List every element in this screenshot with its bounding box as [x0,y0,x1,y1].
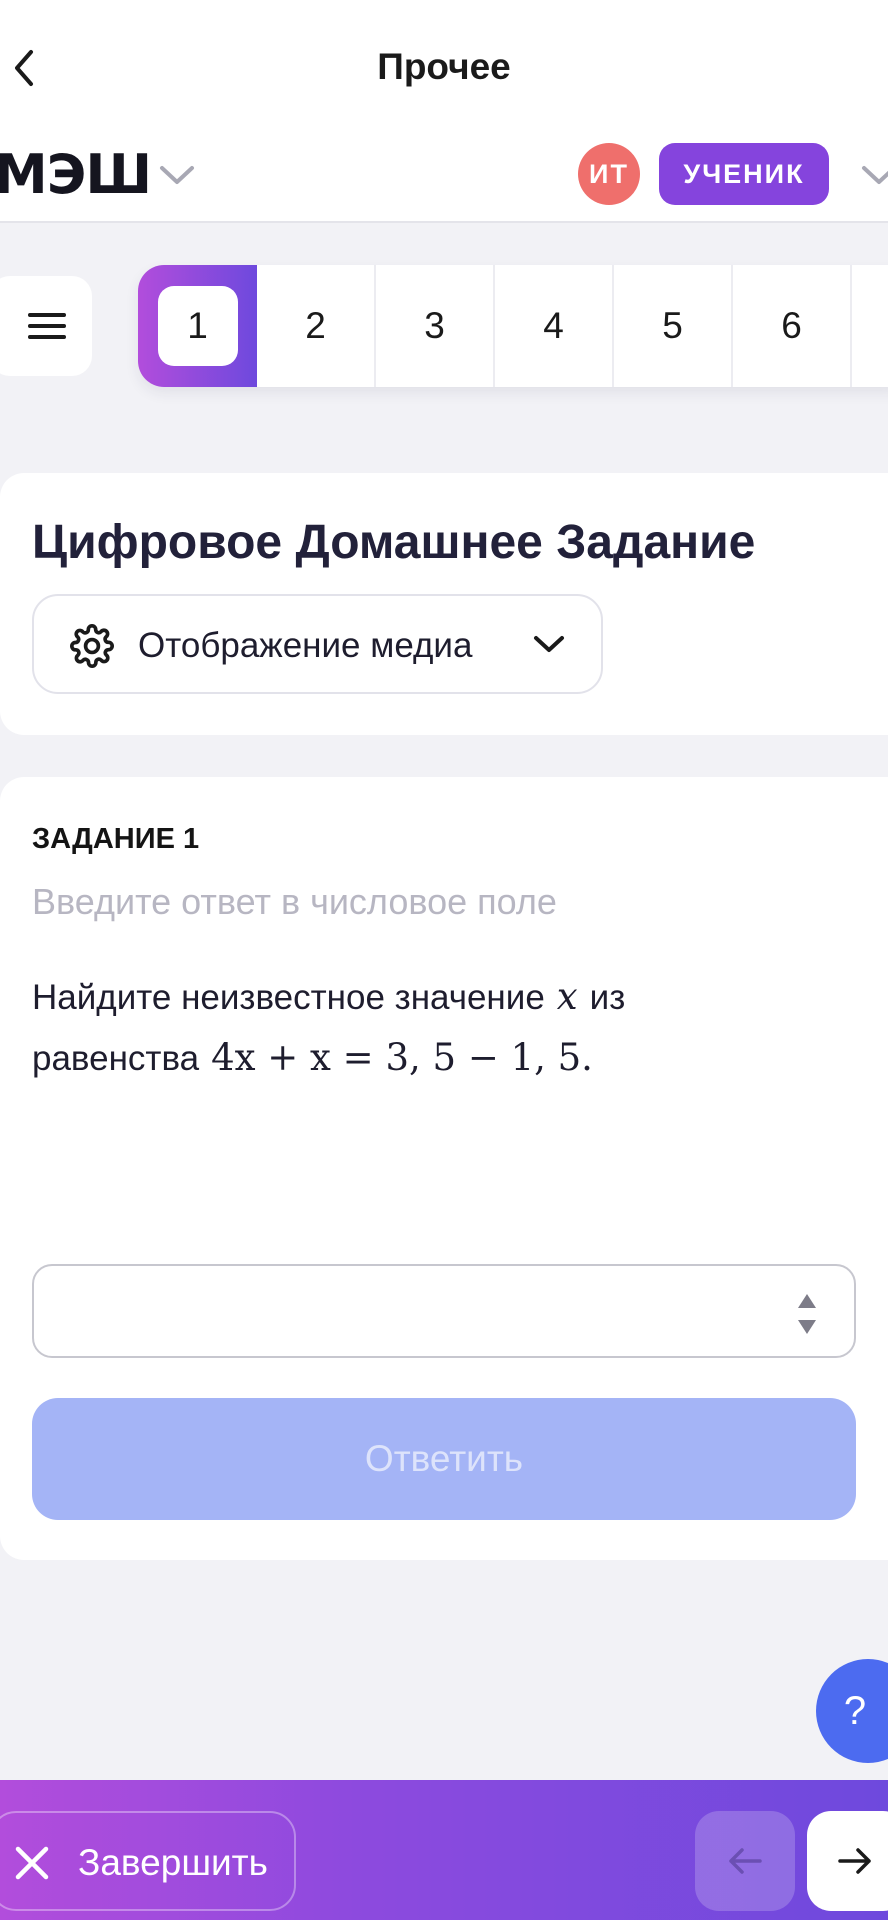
bottom-bar: Завершить [0,1780,888,1920]
chevron-down-icon [534,636,564,652]
chevron-down-icon[interactable] [158,163,196,187]
tab-task-1[interactable]: 1 [138,265,257,387]
task-number: ЗАДАНИЕ 1 [32,823,200,855]
tab-task-3[interactable]: 3 [376,265,495,387]
section-title: Цифровое Домашнее Задание [32,516,756,569]
tab-label: 6 [781,305,802,346]
media-display-dropdown[interactable]: Отображение медиа [32,594,603,694]
question-text: равенства [32,1039,200,1078]
app-header: МЭШ ИТ УЧЕНИК [0,135,888,223]
help-button[interactable]: ? [816,1659,888,1763]
next-task-button[interactable] [807,1811,888,1911]
section-card: Цифровое Домашнее Задание Отображение ме… [0,473,888,735]
role-badge[interactable]: УЧЕНИК [659,143,829,205]
media-display-label: Отображение медиа [138,626,473,665]
tab-task-2[interactable]: 2 [257,265,376,387]
finish-button[interactable]: Завершить [0,1811,296,1911]
tab-label: 2 [305,305,326,346]
hamburger-icon [28,313,66,339]
number-spinner-icon[interactable] [796,1290,818,1338]
tab-label: 4 [543,305,564,346]
user-avatar[interactable]: ИТ [578,143,640,205]
tab-task-4[interactable]: 4 [495,265,614,387]
task-question: Найдите неизвестное значение x из равенств… [32,967,852,1089]
finish-label: Завершить [78,1842,268,1883]
tab-label: 3 [424,305,445,346]
gear-icon [70,624,114,668]
menu-button[interactable] [0,276,92,376]
top-bar: Прочее [0,0,888,135]
task-card: ЗАДАНИЕ 1 Введите ответ в числовое поле … [0,777,888,1560]
arrow-right-icon [838,1848,871,1874]
question-text: из [589,978,626,1017]
tab-task-5[interactable]: 5 [614,265,733,387]
submit-answer-button[interactable]: Ответить [32,1398,856,1520]
task-hint: Введите ответ в числовое поле [32,881,557,922]
tab-task-6[interactable]: 6 [733,265,852,387]
tab-label: 5 [662,305,683,346]
math-equation: 4x + x = 3, 5 − 1, 5. [211,1036,593,1079]
page-title: Прочее [377,46,511,87]
mesh-logo[interactable]: МЭШ [0,143,152,206]
tab-active-indicator: 1 [157,286,238,366]
arrow-left-icon [729,1848,762,1874]
tab-label: 1 [187,305,208,346]
task-tabs: 1 2 3 4 5 6 [138,265,888,387]
math-variable: x [556,975,578,1018]
close-icon [15,1846,49,1880]
previous-task-button[interactable] [695,1811,795,1911]
answer-number-field[interactable] [32,1264,856,1358]
role-chevron-down-icon[interactable] [860,163,888,187]
question-text: Найдите неизвестное значение [32,978,545,1017]
